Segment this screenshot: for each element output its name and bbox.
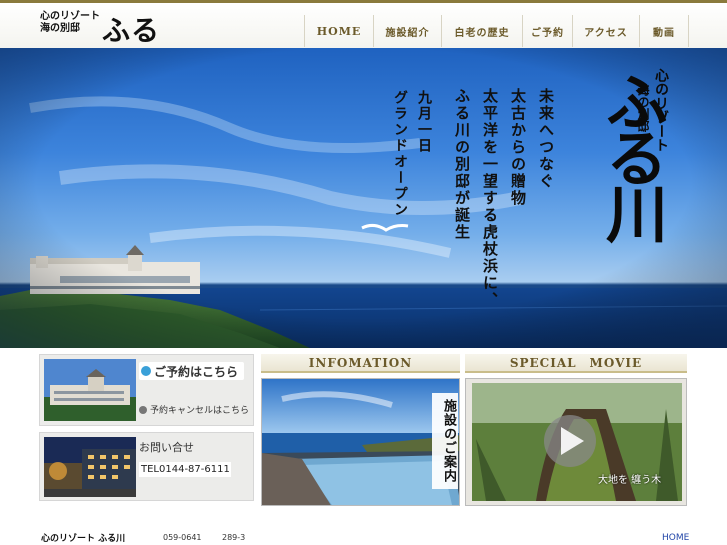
hero-line-4: ふる川の別邸が誕生 <box>453 88 471 241</box>
nav-reservation[interactable]: ご予約 <box>522 15 572 47</box>
facility-info-tag: 施設のご案内 <box>432 393 458 489</box>
movie-heading: SPECIAL MOVIE <box>465 354 687 373</box>
site-header: 心のリゾート 海の別邸 ふる川 HOME 施設紹介 白老の歴史 ご予約 アクセス… <box>0 0 727 87</box>
hero-line-2: 太古からの贈物 <box>509 88 527 207</box>
movie-thumbnail[interactable]: 大地を 纏う木 <box>465 378 687 506</box>
information-heading: INFOMATION <box>261 354 460 373</box>
reserve-link-label: ご予約はこちら <box>154 364 239 379</box>
nav-facilities[interactable]: 施設紹介 <box>373 15 441 47</box>
main-nav: HOME 施設紹介 白老の歴史 ご予約 アクセス 動画 <box>304 15 689 47</box>
footer-address: 289-3 <box>222 533 246 542</box>
contact-thumbnail <box>44 437 136 497</box>
footer-postal-code: 059-0641 <box>163 533 202 542</box>
reservation-panel: ご予約はこちら 予約キャンセルはこちら <box>39 354 254 426</box>
cancel-reservation-link[interactable]: 予約キャンセルはこちら <box>139 403 249 416</box>
footer-home-link[interactable]: HOME <box>662 533 689 543</box>
cancel-link-label: 予約キャンセルはこちら <box>150 406 250 416</box>
logo-tagline-line2: 海の別邸 <box>40 23 80 34</box>
nav-access[interactable]: アクセス <box>572 15 639 47</box>
hero-line-5: 九月一日 <box>416 90 432 154</box>
hero-line-1: 未来へつなぐ <box>537 88 555 190</box>
page: 心のリゾート 海の別邸 ふる川 HOME 施設紹介 白老の歴史 ご予約 アクセス… <box>0 0 727 545</box>
nav-home[interactable]: HOME <box>304 15 373 47</box>
reservation-thumbnail[interactable] <box>44 359 136 421</box>
site-footer: 心のリゾート ふる川 059-0641 289-3 HOME <box>0 528 727 545</box>
hero-line-6: グランドオープン <box>392 90 408 218</box>
nav-history[interactable]: 白老の歴史 <box>441 15 522 47</box>
reserve-link[interactable]: ご予約はこちら <box>139 362 245 380</box>
hero-title: ふる川 <box>595 70 668 238</box>
nav-video[interactable]: 動画 <box>639 15 689 47</box>
logo-tagline: 心のリゾート 海の別邸 <box>40 11 100 35</box>
arrow-circle-icon <box>141 366 151 376</box>
contact-label: お問い合せ <box>139 441 194 454</box>
movie-caption: 大地を 纏う木 <box>598 475 662 486</box>
hero-banner: 心のリゾート 海の別邸 ふる川 未来へつなぐ 太古からの贈物 太平洋を一望する虎… <box>0 48 727 348</box>
arrow-circle-icon <box>139 405 147 414</box>
facility-info-banner[interactable]: 施設のご案内 <box>261 378 460 506</box>
contact-panel: お問い合せ TEL0144-87-6111 <box>39 432 254 501</box>
footer-logo: 心のリゾート ふる川 <box>39 533 157 545</box>
site-logo[interactable]: 心のリゾート 海の別邸 ふる川 <box>40 11 180 87</box>
hero-line-3: 太平洋を一望する虎杖浜に、 <box>481 88 499 309</box>
contact-phone[interactable]: TEL0144-87-6111 <box>139 462 231 477</box>
logo-tagline-line1: 心のリゾート <box>40 11 100 22</box>
